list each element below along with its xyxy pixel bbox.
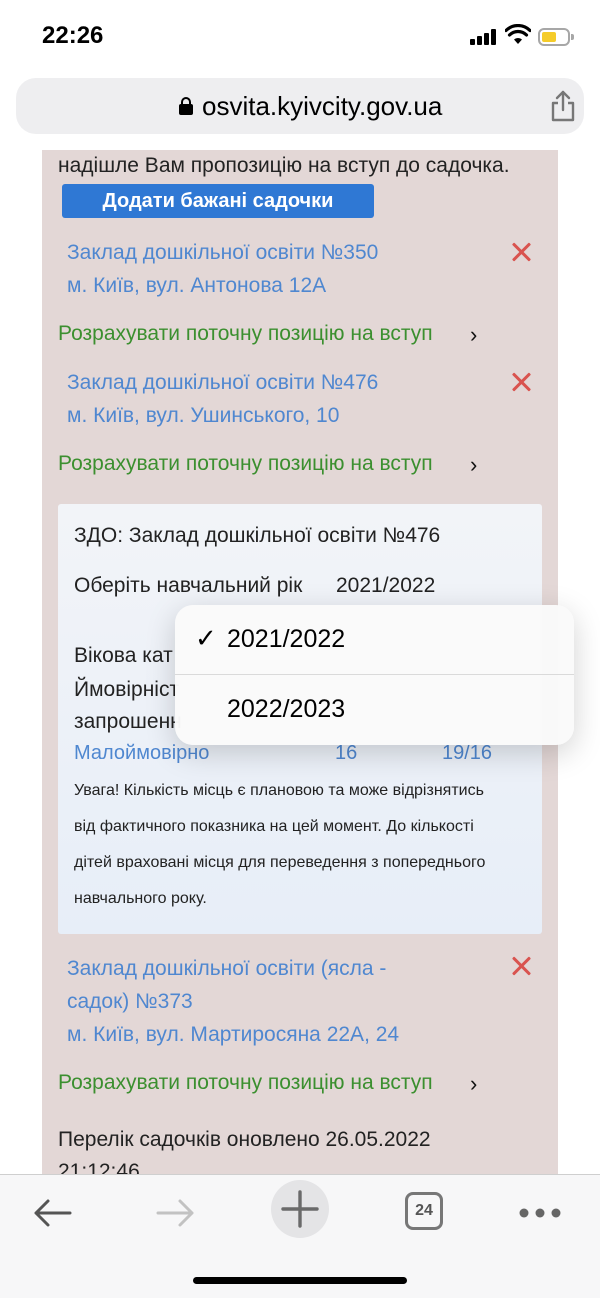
forward-arrow-icon[interactable] [152, 1189, 200, 1237]
remove-icon[interactable] [510, 371, 532, 393]
kindergarten-address: м. Київ, вул. Ушинського, 10 [67, 404, 340, 427]
chevron-right-icon[interactable]: › [470, 322, 477, 348]
kindergarten-name[interactable]: Заклад дошкільної освіти №350 [67, 236, 378, 269]
add-kindergartens-button[interactable]: Додати бажані садочки [62, 184, 374, 218]
intro-text: надішле Вам пропозицію на вступ до садоч… [58, 154, 510, 177]
remove-icon[interactable] [510, 241, 532, 263]
note-line: дітей враховані місця для переведення з … [74, 854, 486, 871]
plus-icon [281, 1190, 319, 1228]
dropdown-option-label: 2022/2023 [227, 695, 346, 723]
kindergarten-address: м. Київ, вул. Антонова 12А [67, 274, 327, 297]
dropdown-option[interactable]: ✓ 2021/2022 [175, 605, 574, 675]
note-line: Увага! Кількість місць є плановою та мож… [74, 782, 484, 799]
dropdown-option[interactable]: 2022/2023 [175, 675, 574, 745]
calc-position-link[interactable]: Розрахувати поточну позицію на вступ [58, 452, 433, 476]
chevron-right-icon[interactable]: › [470, 1071, 477, 1097]
back-arrow-icon[interactable] [28, 1189, 76, 1237]
panel-title: ЗДО: Заклад дошкільної освіти №476 [74, 524, 441, 547]
url-text[interactable]: osvita.kyivcity.gov.ua [202, 91, 442, 122]
note-line: від фактичного показника на цей момент. … [74, 818, 474, 835]
new-tab-button[interactable] [271, 1180, 329, 1238]
cellular-signal-icon [470, 29, 496, 45]
probability-value: Малоймовірно [74, 742, 210, 764]
more-icon[interactable] [516, 1189, 564, 1237]
remove-icon[interactable] [510, 955, 532, 977]
status-bar: 22:26 [0, 0, 600, 72]
status-time: 22:26 [42, 22, 104, 49]
battery-icon [538, 28, 574, 46]
kindergarten-name[interactable]: Заклад дошкільної освіти №476 [67, 366, 378, 399]
age-category-label: Вікова кат [74, 644, 173, 667]
probability-label: Ймовірніст [74, 678, 180, 701]
year-select[interactable]: 2021/2022 [336, 574, 435, 598]
tabs-button[interactable]: 24 [405, 1192, 443, 1230]
address-bar[interactable]: osvita.kyivcity.gov.ua [16, 78, 584, 134]
calc-position-link[interactable]: Розрахувати поточну позицію на вступ [58, 322, 433, 346]
kindergarten-name[interactable]: Заклад дошкільної освіти (ясла - [67, 952, 386, 985]
kindergarten-name-line2[interactable]: садок) №373 [67, 985, 193, 1018]
places-value: 16 [335, 742, 358, 764]
chevron-right-icon[interactable]: › [470, 452, 477, 478]
updated-timestamp: Перелік садочків оновлено 26.05.2022 [58, 1128, 431, 1151]
kindergarten-address: м. Київ, вул. Мартиросяна 22А, 24 [67, 1023, 400, 1046]
calc-position-link[interactable]: Розрахувати поточну позицію на вступ [58, 1071, 433, 1095]
ratio-value: 19/16 [442, 742, 493, 764]
wifi-icon [505, 24, 531, 44]
updated-time: 21:12:46 [58, 1160, 140, 1174]
year-select-label: Оберіть навчальний рік [74, 574, 303, 597]
invited-label: запрошенн [74, 710, 182, 733]
share-icon[interactable] [549, 90, 577, 122]
note-line: навчального року. [74, 890, 207, 907]
checkmark-icon: ✓ [195, 623, 217, 653]
dropdown-option-label: 2021/2022 [227, 625, 346, 653]
year-dropdown-menu: ✓ 2021/2022 2022/2023 [175, 605, 574, 745]
home-indicator [193, 1277, 407, 1284]
lock-icon [179, 97, 193, 115]
